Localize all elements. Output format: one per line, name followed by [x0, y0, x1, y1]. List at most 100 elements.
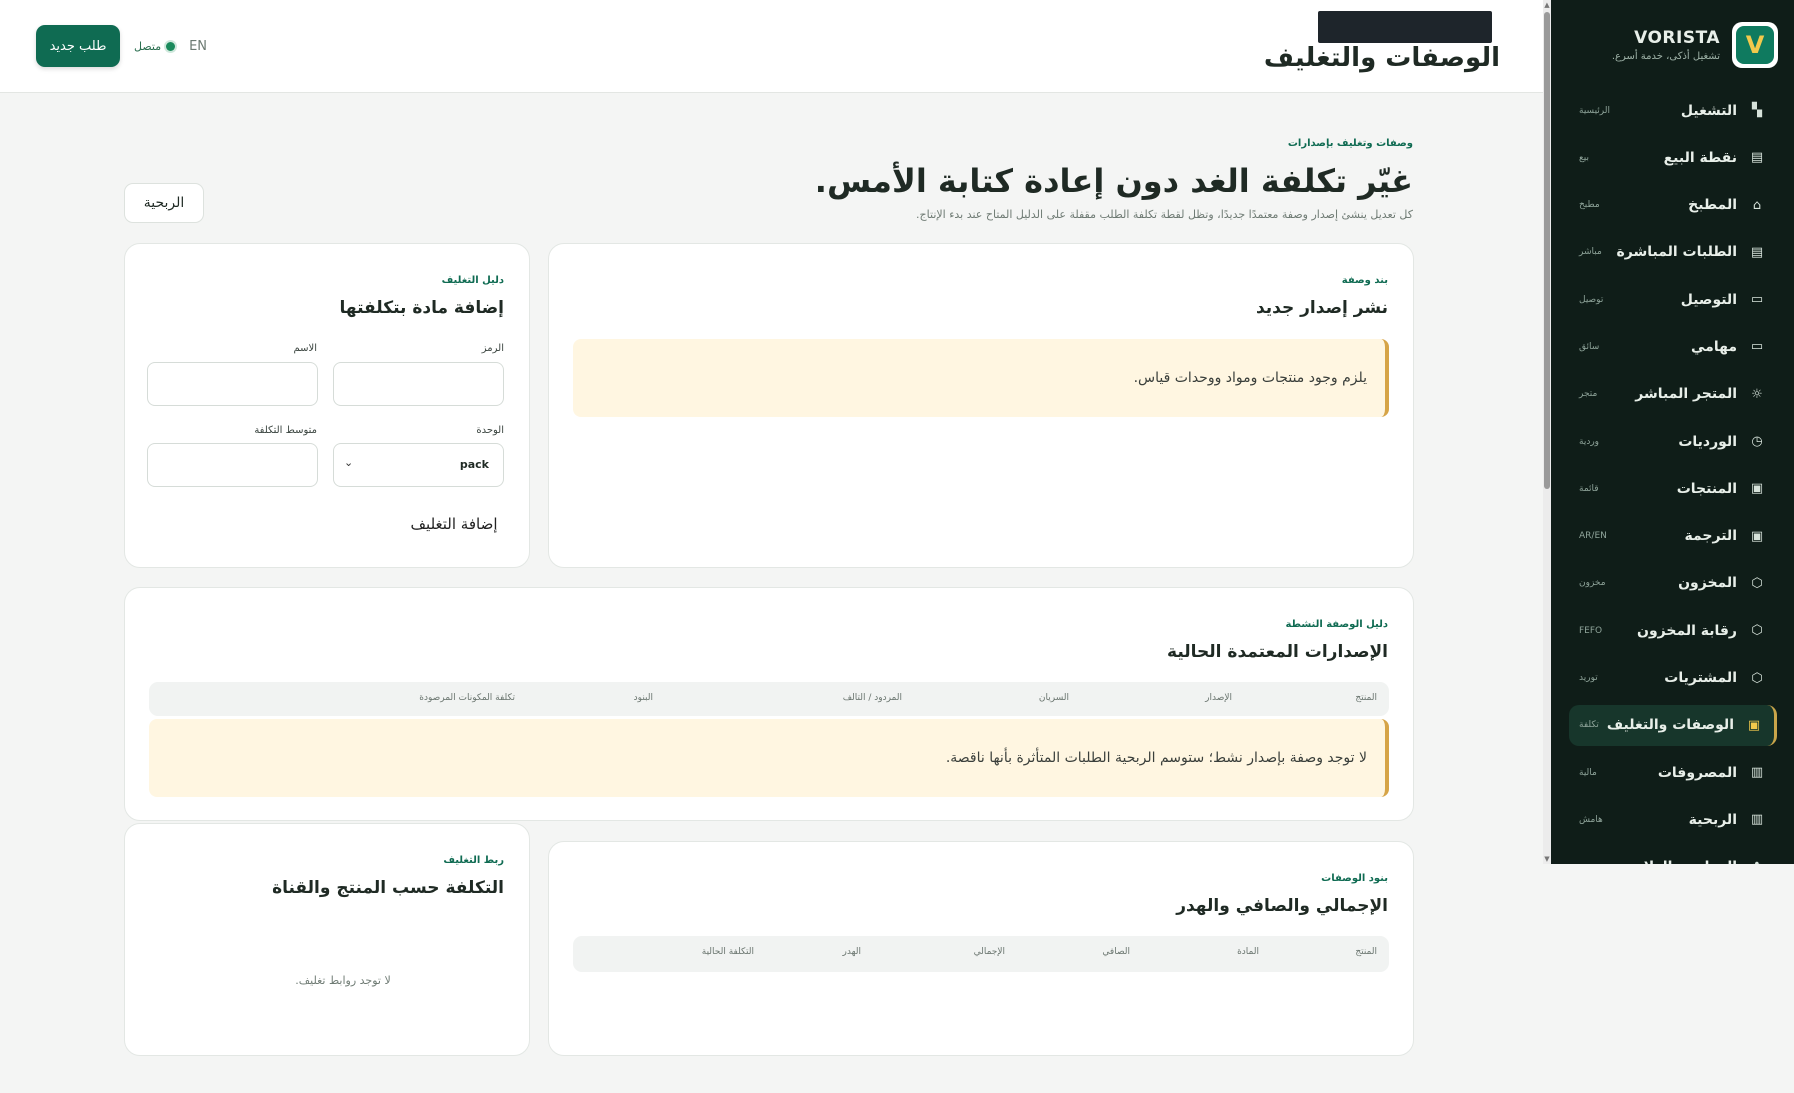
sidebar-item[interactable]: ▣ المنتجات قائمة	[1569, 468, 1777, 509]
card-title: إضافة مادة بتكلفتها	[339, 298, 504, 318]
hero-eyebrow: وصفات وتغليف بإصدارات	[1287, 138, 1413, 149]
profitability-button[interactable]: الربحية	[124, 183, 204, 223]
hero-subtitle: كل تعديل ينشئ إصدار وصفة معتمدًا جديدًا،…	[916, 208, 1413, 221]
sidebar-item-badge: متجر	[1579, 389, 1598, 400]
sidebar-item-label: المطبخ	[1688, 197, 1737, 214]
approved-versions-card: دليل الوصفة النشطة الإصدارات المعتمدة ال…	[124, 587, 1414, 821]
sidebar-item-label: الربحية	[1688, 811, 1737, 828]
sidebar-item[interactable]: ⬡ رقابة المخزون FEFO	[1569, 610, 1777, 651]
box-icon: ▣	[1750, 481, 1764, 497]
sidebar-item[interactable]: ▣ الوصفات والتغليف تكلفة	[1569, 704, 1777, 746]
scroll-up-arrow-icon[interactable]: ▲	[1543, 1, 1551, 9]
sidebar-item[interactable]: ▥ الربحية هامش	[1569, 799, 1777, 840]
publish-version-card: بند وصفة نشر إصدار جديد يلزم وجود منتجات…	[548, 243, 1414, 568]
chevron-down-icon: ⌄	[344, 456, 354, 469]
new-order-button[interactable]: طلب جديد	[36, 25, 120, 67]
sidebar-item[interactable]: ▤ الطلبات المباشرة مباشر	[1569, 232, 1777, 273]
kitchen-icon: ⌂	[1752, 197, 1762, 213]
scroll-down-arrow-icon[interactable]: ▼	[1543, 855, 1551, 863]
sidebar-item-badge: بيع	[1579, 152, 1590, 163]
column-header: الإجمالي	[973, 947, 1005, 957]
sidebar-item[interactable]: ✿ المظهر والعلامة هوية	[1569, 847, 1777, 864]
sidebar-item-label: نقطة البيع	[1663, 149, 1737, 166]
sidebar-item-badge: مالية	[1579, 767, 1597, 778]
sidebar-item-badge: مطبخ	[1579, 200, 1600, 211]
sidebar-item[interactable]: ▭ مهامي سائق	[1569, 326, 1777, 367]
requirements-warning: يلزم وجود منتجات ومواد ووحدات قياس.	[573, 339, 1389, 417]
sidebar-item[interactable]: ▣ الترجمة AR/EN	[1569, 516, 1777, 557]
code-input[interactable]	[333, 362, 504, 406]
avg-cost-label: متوسط التكلفة	[254, 425, 317, 436]
language-toggle[interactable]: EN	[189, 39, 207, 54]
brand-tagline: تشغيل أذكى، خدمة أسرع.	[1611, 51, 1720, 62]
column-header: المادة	[1237, 947, 1259, 957]
card-title: نشر إصدار جديد	[1255, 298, 1388, 318]
sidebar-item-label: الوصفات والتغليف	[1606, 717, 1734, 734]
brand[interactable]: V VORISTA تشغيل أذكى، خدمة أسرع.	[1551, 0, 1794, 90]
sidebar-item[interactable]: ⬡ المشتريات توريد	[1569, 658, 1777, 699]
sidebar-item-badge: سائق	[1579, 341, 1600, 352]
card-eyebrow: دليل التغليف	[441, 275, 504, 286]
sidebar-item[interactable]: ▤ نقطة البيع بيع	[1569, 137, 1777, 178]
avg-cost-input[interactable]	[147, 443, 318, 487]
sidebar-item[interactable]: ▥ المصروفات مالية	[1569, 752, 1777, 793]
sidebar-item-badge: FEFO	[1579, 625, 1603, 636]
sidebar-item-badge: مباشر	[1579, 247, 1602, 258]
sidebar-item-label: المنتجات	[1676, 480, 1737, 497]
brand-logo: V	[1732, 22, 1778, 68]
card-title: الإجمالي والصافي والهدر	[1176, 896, 1388, 916]
column-header: المنتج	[1355, 947, 1377, 957]
status-dot-icon	[166, 41, 176, 51]
package-icon: ▣	[1747, 717, 1761, 733]
sidebar-item[interactable]: ▭ التوصيل توصيل	[1569, 279, 1777, 320]
column-header: الإصدار	[1205, 693, 1232, 703]
scrollbar-thumb[interactable]	[1544, 12, 1550, 489]
clock-icon: ◷	[1751, 434, 1763, 450]
card-eyebrow: بند وصفة	[1341, 275, 1388, 286]
name-input[interactable]	[147, 362, 318, 406]
sidebar-item-badge: وردية	[1579, 436, 1600, 447]
sidebar-item-label: المصروفات	[1657, 764, 1737, 781]
sidebar-item-label: المخزون	[1678, 575, 1737, 592]
sidebar-item-label: الطلبات المباشرة	[1616, 244, 1737, 261]
sidebar-item-label: الترجمة	[1684, 528, 1737, 545]
page-scrollbar[interactable]: ▲ ▼	[1543, 0, 1551, 864]
sidebar-item[interactable]: ⬡ المخزون مخزون	[1569, 563, 1777, 604]
column-header: التكلفة الحالية	[701, 947, 754, 957]
card-eyebrow: بنود الوصفات	[1321, 873, 1388, 884]
column-header: السريان	[1038, 693, 1069, 703]
monitor-icon: ▭	[1750, 339, 1764, 355]
sidebar-item[interactable]: ▚ التشغيل الرئيسية	[1569, 90, 1777, 131]
column-header: الهدر	[842, 947, 861, 957]
unit-selected-value: pack	[459, 458, 489, 471]
unit-select[interactable]: pack ⌄	[333, 443, 504, 487]
sidebar-item-badge: هامش	[1579, 814, 1603, 825]
card-eyebrow: دليل الوصفة النشطة	[1285, 619, 1388, 630]
brand-name: VORISTA	[1634, 28, 1720, 48]
unit-label: الوحدة	[476, 425, 504, 436]
add-packaging-button[interactable]: إضافة التغليف	[394, 509, 514, 539]
pos-icon: ▤	[1750, 150, 1764, 166]
sidebar-item-label: المتجر المباشر	[1635, 386, 1737, 403]
sidebar: V VORISTA تشغيل أذكى، خدمة أسرع. ▚ التشغي…	[1551, 0, 1794, 864]
sidebar-item[interactable]: ☼ المتجر المباشر متجر	[1569, 374, 1777, 415]
sidebar-item[interactable]: ◷ الورديات وردية	[1569, 421, 1777, 462]
page-title: الوصفات والتغليف	[1263, 43, 1500, 73]
card-title: التكلفة حسب المنتج والقناة	[272, 878, 504, 898]
recipe-lines-table-header: المنتج المادة الصافي الإجمالي الهدر التك…	[573, 936, 1389, 972]
versions-table-header: المنتج الإصدار السريان المردود / التالف …	[149, 682, 1389, 716]
add-packaging-card: دليل التغليف إضافة مادة بتكلفتها الرمز ا…	[124, 243, 530, 568]
sidebar-item-label: التشغيل	[1680, 102, 1737, 119]
packaging-links-card: ربط التغليف التكلفة حسب المنتج والقناة ل…	[124, 823, 530, 1056]
sidebar-item-badge: مخزون	[1579, 578, 1606, 589]
cube-icon: ⬡	[1751, 670, 1763, 686]
cube-icon: ⬡	[1751, 575, 1763, 591]
cube-icon: ⬡	[1751, 623, 1763, 639]
header-search-box[interactable]	[1318, 11, 1492, 43]
no-active-recipe-warning: لا توجد وصفة بإصدار نشط؛ ستوسم الربحية ا…	[149, 719, 1389, 797]
sidebar-item[interactable]: ⌂ المطبخ مطبخ	[1569, 185, 1777, 226]
bar-chart-icon: ▥	[1750, 765, 1764, 781]
column-header: الصافي	[1102, 947, 1130, 957]
sidebar-nav: ▚ التشغيل الرئيسية ▤ نقطة البيع بيع ⌂ المطبخ مطب…	[1551, 90, 1794, 864]
column-header: المنتج	[1355, 693, 1377, 703]
